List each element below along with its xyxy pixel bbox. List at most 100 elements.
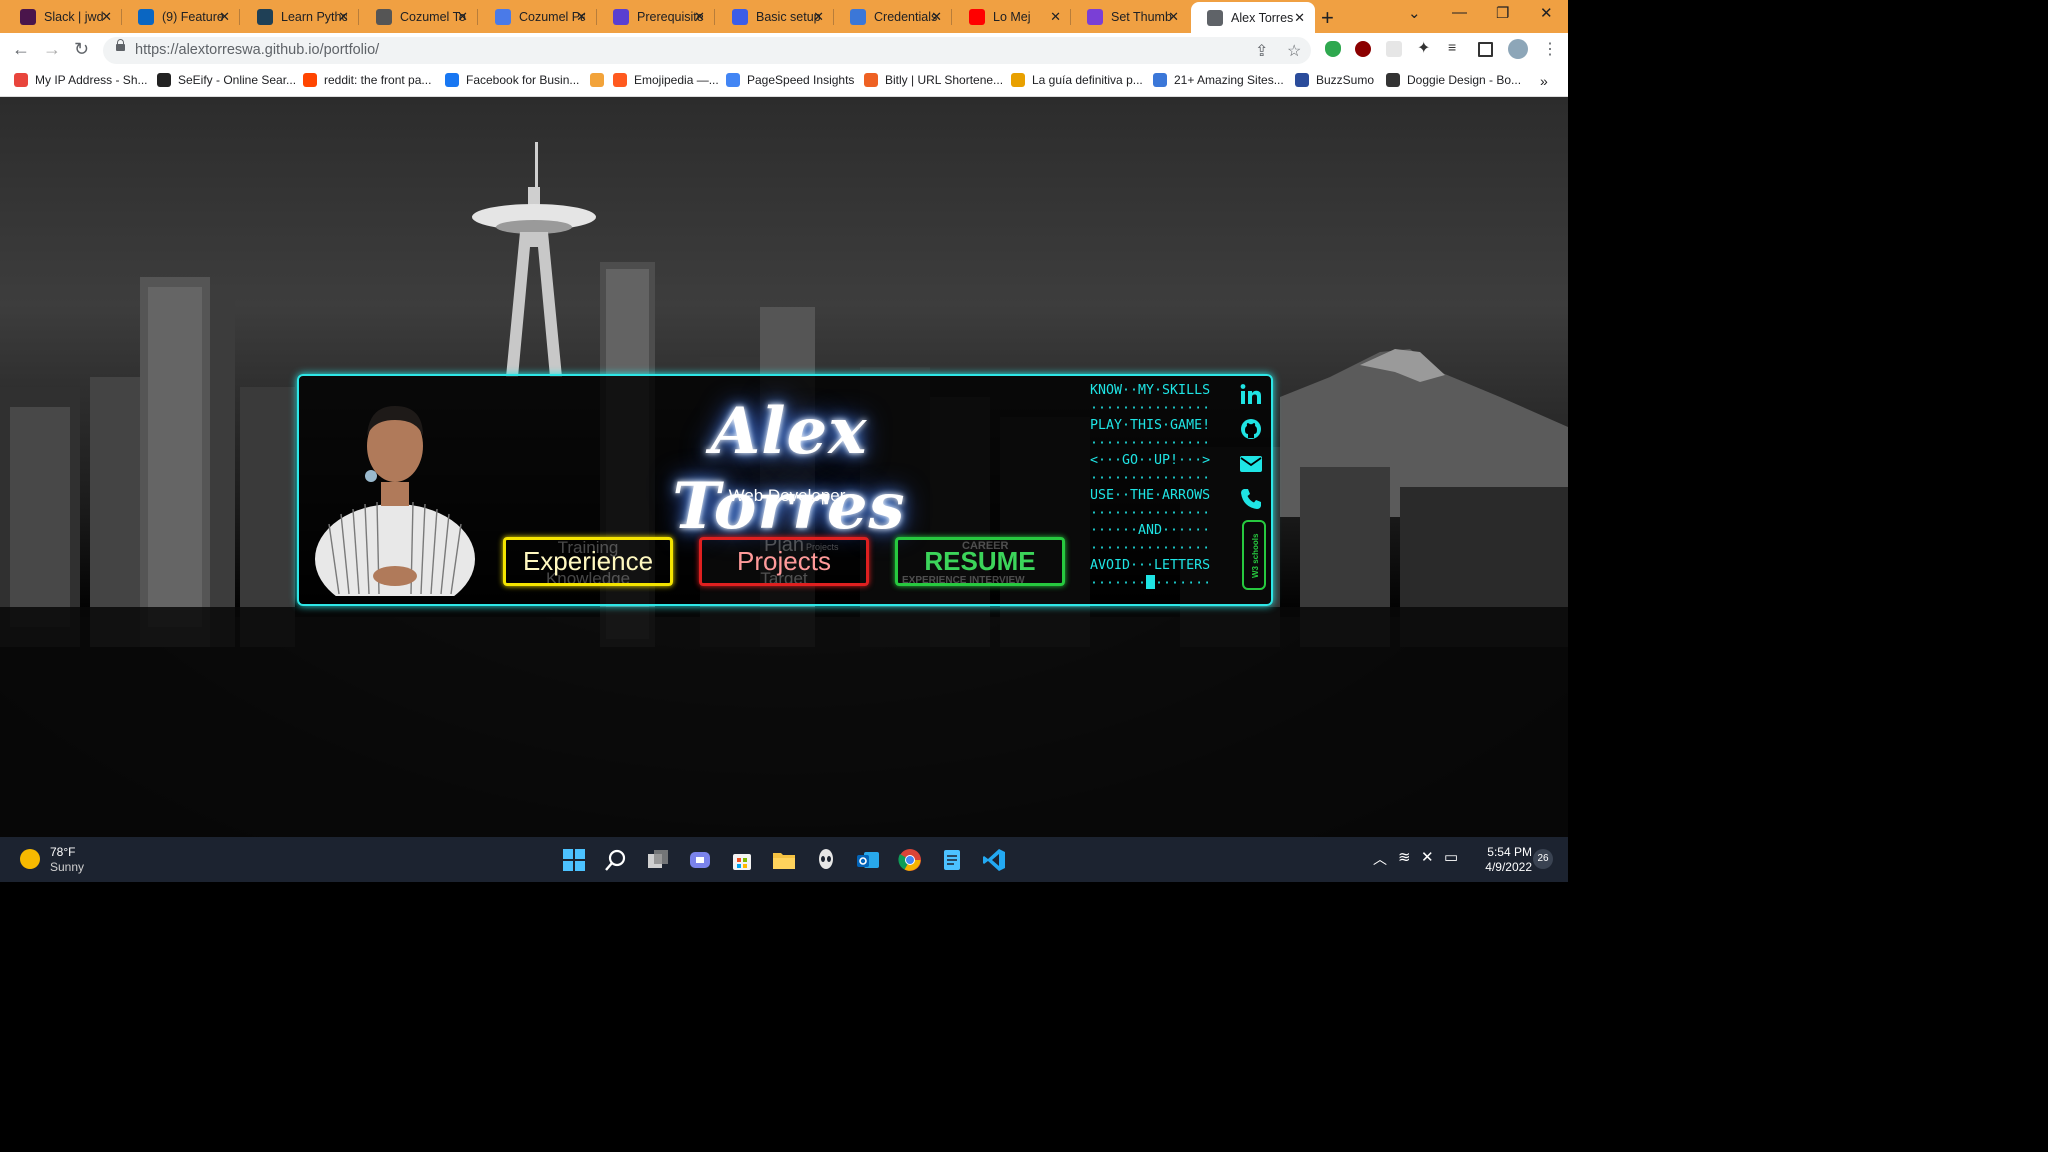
bookmark-label: BuzzSumo	[1316, 73, 1375, 87]
browser-tab[interactable]: Basic setup ✕	[716, 2, 834, 31]
close-window-button[interactable]: ✕	[1540, 4, 1553, 22]
close-tab-icon[interactable]: ✕	[694, 9, 705, 25]
chrome-icon[interactable]	[898, 848, 922, 872]
browser-tab[interactable]: Learn Pytho ✕	[241, 2, 359, 31]
sidepanel-icon[interactable]	[1478, 42, 1493, 57]
bookmark-item[interactable]: BuzzSumo	[1295, 73, 1374, 87]
weather-temp[interactable]: 78°F	[50, 845, 75, 859]
linkedin-icon[interactable]	[1239, 382, 1263, 406]
game-line: ···············	[1090, 470, 1220, 488]
phone-icon[interactable]	[1239, 487, 1263, 511]
game-line: ···············	[1090, 540, 1220, 558]
close-tab-icon[interactable]: ✕	[576, 9, 587, 25]
chevron-up-icon[interactable]: ︿	[1373, 849, 1387, 869]
store-icon[interactable]	[730, 848, 754, 872]
outlook-icon[interactable]	[856, 848, 880, 872]
bookmark-item[interactable]: PageSpeed Insights	[726, 73, 854, 87]
bookmark-item[interactable]: Emojipedia —...	[613, 73, 719, 87]
shield-extension-icon[interactable]	[1325, 41, 1341, 57]
notepad-icon[interactable]	[940, 848, 964, 872]
more-bookmarks-icon[interactable]: »	[1540, 73, 1548, 89]
close-tab-icon[interactable]: ✕	[338, 9, 349, 25]
tripadvisor-icon	[376, 8, 392, 25]
volume-muted-icon[interactable]: ✕	[1421, 848, 1434, 866]
close-tab-icon[interactable]: ✕	[101, 9, 112, 25]
sun-icon[interactable]	[20, 849, 40, 869]
avatar[interactable]	[1508, 39, 1528, 59]
file-explorer-icon[interactable]	[772, 848, 796, 872]
media-icon[interactable]: ≡	[1448, 39, 1464, 55]
globe-icon	[1207, 9, 1223, 26]
projects-button[interactable]: Plan Projects Target Projects	[699, 537, 869, 586]
new-tab-button[interactable]: +	[1321, 5, 1334, 31]
address-bar[interactable]: https://alextorreswa.github.io/portfolio…	[103, 37, 1311, 64]
bookmark-label: SeEify - Online Sear...	[178, 73, 297, 87]
battery-icon[interactable]: ▭	[1444, 848, 1458, 866]
weather-desc[interactable]: Sunny	[50, 860, 84, 874]
clock-time[interactable]: 5:54 PM	[1476, 845, 1532, 859]
share-icon[interactable]: ⇪	[1255, 41, 1268, 61]
experience-button[interactable]: Training Knowledge Experience	[503, 537, 673, 586]
bookmark-item[interactable]: SeEify - Online Sear...	[157, 73, 296, 87]
close-tab-icon[interactable]: ✕	[1294, 10, 1305, 26]
puzzle-icon[interactable]: ✦	[1417, 38, 1433, 57]
bookmark-item[interactable]: Doggie Design - Bo...	[1386, 73, 1521, 87]
close-tab-icon[interactable]: ✕	[219, 9, 230, 25]
alienware-icon[interactable]	[814, 848, 838, 872]
extension-icon[interactable]	[1386, 41, 1402, 57]
vscode-icon[interactable]	[982, 848, 1006, 872]
bookmark-item[interactable]: My IP Address - Sh...	[14, 73, 148, 87]
menu-icon[interactable]: ⋮	[1542, 39, 1558, 59]
browser-tab[interactable]: Prerequisite ✕	[597, 2, 715, 31]
wifi-icon[interactable]: ≋	[1398, 848, 1411, 866]
bookmark-item[interactable]	[590, 73, 611, 87]
browser-tab[interactable]: Slack | jwd ✕	[4, 2, 122, 31]
close-tab-icon[interactable]: ✕	[457, 9, 468, 25]
minimize-button[interactable]: —	[1452, 4, 1467, 21]
bookmark-item[interactable]: 21+ Amazing Sites...	[1153, 73, 1284, 87]
browser-tab[interactable]: Set Thumb ✕	[1071, 2, 1189, 31]
lock-icon[interactable]	[116, 39, 125, 51]
resume-button[interactable]: CAREER EXPERIENCE INTERVIEW RESUME	[895, 537, 1065, 586]
profile-photo	[315, 406, 475, 596]
close-tab-icon[interactable]: ✕	[1050, 9, 1061, 25]
windows-start-icon[interactable]	[562, 848, 586, 872]
teams-chat-icon[interactable]	[688, 848, 712, 872]
close-tab-icon[interactable]: ✕	[813, 9, 824, 25]
browser-tab[interactable]: (9) Feature ✕	[122, 2, 240, 31]
back-icon[interactable]: ←	[12, 39, 30, 60]
tab-strip: Slack | jwd ✕ (9) Feature ✕ Learn Pytho ✕ Cozu…	[0, 0, 1568, 33]
bookmark-item[interactable]: reddit: the front pa...	[303, 73, 431, 87]
bookmark-item[interactable]: Bitly | URL Shortene...	[864, 73, 1003, 87]
github-icon[interactable]	[1239, 417, 1263, 441]
restore-button[interactable]: ❐	[1496, 4, 1509, 22]
portfolio-banner: Alex Torres Web Developer Training Knowl…	[297, 374, 1273, 606]
w3schools-certified-icon[interactable]: W3 schools	[1242, 520, 1266, 590]
browser-tab[interactable]: Cozumel Pa ✕	[479, 2, 597, 31]
url-text[interactable]: https://alextorreswa.github.io/portfolio…	[135, 42, 379, 58]
close-tab-icon[interactable]: ✕	[931, 9, 942, 25]
forward-icon[interactable]: →	[43, 39, 61, 60]
browser-tab[interactable]: Alex Torres ✕	[1191, 2, 1315, 33]
hero-role: Web Developer	[728, 486, 846, 505]
bookmark-item[interactable]: Facebook for Busin...	[445, 73, 579, 87]
codecademy-icon	[257, 8, 273, 25]
browser-tab[interactable]: Credentials ✕	[834, 2, 952, 31]
reload-icon[interactable]: ↻	[74, 39, 89, 60]
ublock-icon[interactable]	[1355, 41, 1371, 57]
tab-title: Basic setup	[756, 9, 821, 24]
close-tab-icon[interactable]: ✕	[1168, 9, 1179, 25]
tab-search-icon[interactable]: ⌄	[1408, 4, 1421, 22]
browser-tab[interactable]: Lo Mej ✕	[953, 2, 1071, 31]
doc-icon	[495, 8, 511, 25]
bookmark-item[interactable]: La guía definitiva p...	[1011, 73, 1143, 87]
bookmark-star-icon[interactable]: ☆	[1287, 41, 1301, 61]
search-icon[interactable]	[604, 848, 628, 872]
email-icon[interactable]	[1239, 452, 1263, 476]
notification-badge[interactable]: 26	[1533, 849, 1553, 869]
game-line-text: <···GO··UP!···>	[1090, 453, 1211, 468]
clock-date[interactable]: 4/9/2022	[1476, 860, 1532, 874]
task-view-icon[interactable]	[646, 848, 670, 872]
skills-game-board[interactable]: KNOW··MY·SKILLS ··············· PLAY·THIS·…	[1090, 382, 1220, 592]
browser-tab[interactable]: Cozumel To ✕	[360, 2, 478, 31]
